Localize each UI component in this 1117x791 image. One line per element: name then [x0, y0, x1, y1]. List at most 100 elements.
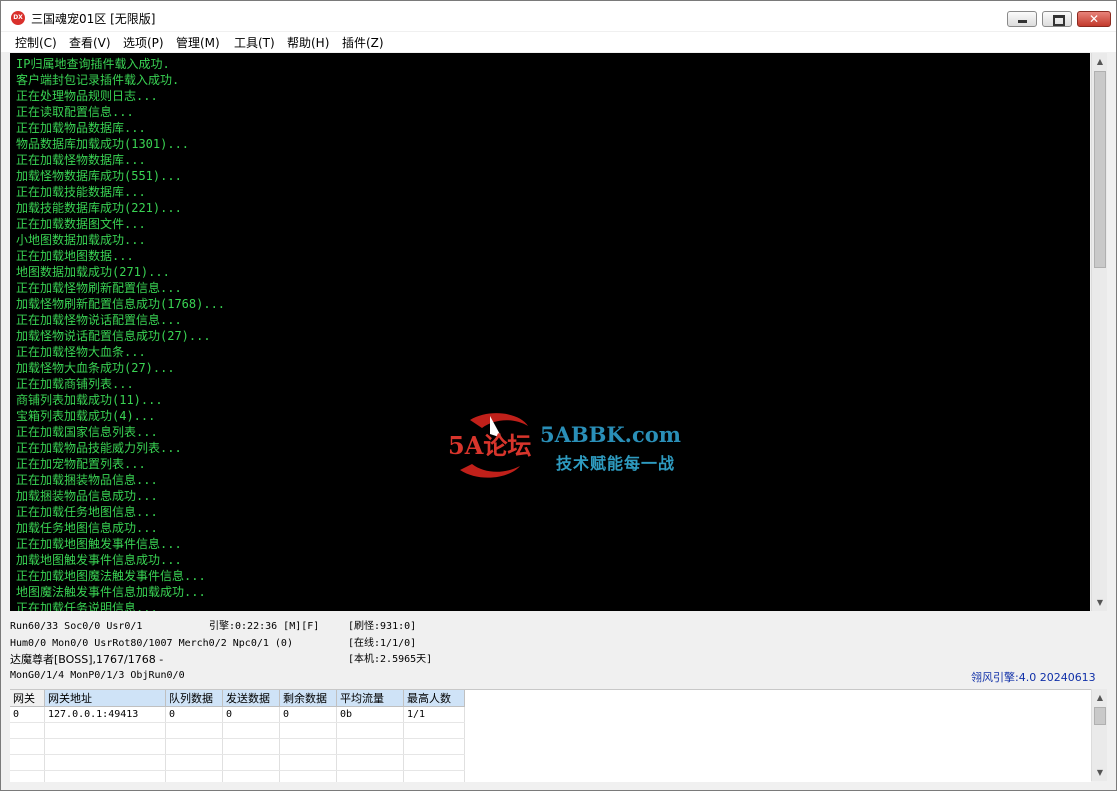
scroll-up-arrow-icon[interactable]: ▲ [1092, 53, 1108, 70]
col-remaining-data[interactable]: 剩余数据 [279, 690, 337, 707]
status-object-counts: Hum0/0 Mon0/0 UsrRot80/1007 Merch0/2 Npc… [10, 638, 293, 649]
gateway-grid[interactable]: 网关 网关地址 队列数据 发送数据 剩余数据 平均流量 最高人数 0 127.0… [10, 689, 1091, 782]
console-scroll-thumb[interactable] [1094, 71, 1106, 268]
log-line: 地图魔法触发事件信息加载成功... [16, 585, 206, 599]
log-lines: IP归属地查询插件载入成功. 客户端封包记录插件载入成功. 正在处理物品规则日志..… [16, 56, 225, 611]
col-max-players[interactable]: 最高人数 [403, 690, 465, 707]
log-line: 正在加载地图数据... [16, 249, 134, 263]
menu-view[interactable]: 查看(V) [69, 34, 111, 51]
watermark-site: 5ABBK.com [540, 422, 681, 447]
close-icon: ✕ [1088, 12, 1100, 26]
log-line: 加载任务地图信息成功... [16, 521, 158, 535]
log-line: 商铺列表加载成功(11)... [16, 393, 163, 407]
log-line: IP归属地查询插件载入成功. [16, 57, 170, 71]
log-line: 正在加载怪物说话配置信息... [16, 313, 182, 327]
minimize-button[interactable] [1007, 11, 1037, 27]
close-button[interactable]: ✕ [1077, 11, 1111, 27]
forum-logo-text: 5A论坛 [448, 431, 531, 460]
menu-options[interactable]: 选项(P) [123, 34, 164, 51]
menu-help[interactable]: 帮助(H) [287, 34, 329, 51]
cell-max-players: 1/1 [403, 706, 465, 723]
log-line: 地图数据加载成功(271)... [16, 265, 170, 279]
log-line: 正在加载国家信息列表... [16, 425, 158, 439]
log-line: 正在处理物品规则日志... [16, 89, 158, 103]
grid-scroll-up-arrow-icon[interactable]: ▲ [1092, 689, 1108, 706]
col-send-data[interactable]: 发送数据 [222, 690, 280, 707]
status-local-uptime: [本机:2.5965天] [348, 654, 433, 665]
maximize-icon [1053, 15, 1065, 26]
log-line: 物品数据库加载成功(1301)... [16, 137, 190, 151]
cell-address: 127.0.0.1:49413 [44, 706, 166, 723]
cell-traffic: 0b [336, 706, 404, 723]
log-line: 加载技能数据库成功(221)... [16, 201, 182, 215]
menu-tools[interactable]: 工具(T) [234, 34, 275, 51]
grid-scrollbar[interactable]: ▲ ▼ [1091, 689, 1107, 781]
log-line: 正在加载数据图文件... [16, 217, 146, 231]
log-line: 小地图数据加载成功... [16, 233, 146, 247]
console-scrollbar[interactable]: ▲ ▼ [1091, 53, 1107, 611]
cell-queue: 0 [165, 706, 223, 723]
col-gateway[interactable]: 网关 [10, 690, 45, 707]
table-row[interactable] [10, 738, 465, 755]
log-line: 加载怪物数据库成功(551)... [16, 169, 182, 183]
grid-scroll-down-arrow-icon[interactable]: ▼ [1092, 764, 1108, 781]
app-icon: DX [11, 11, 25, 25]
grid-scroll-thumb[interactable] [1094, 707, 1106, 725]
col-avg-traffic[interactable]: 平均流量 [336, 690, 404, 707]
log-line: 正在加载物品技能威力列表... [16, 441, 182, 455]
log-line: 加载怪物说话配置信息成功(27)... [16, 329, 211, 343]
log-line: 正在加载地图魔法触发事件信息... [16, 569, 206, 583]
maximize-button[interactable] [1042, 11, 1072, 27]
log-line: 正在加载怪物大血条... [16, 345, 146, 359]
log-line: 正在加载任务说明信息... [16, 601, 158, 611]
table-row[interactable] [10, 722, 465, 739]
window-title: 三国魂宠01区 [无限版] [31, 12, 156, 26]
log-line: 加载捆装物品信息成功... [16, 489, 158, 503]
gateway-header-row: 网关 网关地址 队列数据 发送数据 剩余数据 平均流量 最高人数 [10, 690, 465, 707]
cell-remaining: 0 [279, 706, 337, 723]
status-monster-refresh: [刷怪:931:0] [348, 621, 417, 632]
status-monster-gen: MonG0/1/4 MonP0/1/3 ObjRun0/0 [10, 670, 185, 681]
log-line: 加载怪物刷新配置信息成功(1768)... [16, 297, 226, 311]
col-gateway-address[interactable]: 网关地址 [44, 690, 166, 707]
log-line: 加载怪物大血条成功(27)... [16, 361, 175, 375]
server-window: DX 三国魂宠01区 [无限版] ✕ 控制(C) 查看(V) 选项(P) 管理(… [0, 0, 1117, 791]
col-queue-data[interactable]: 队列数据 [165, 690, 223, 707]
watermark-slogan: 技术赋能每一战 [556, 454, 676, 473]
title-bar[interactable]: DX 三国魂宠01区 [无限版] ✕ [1, 1, 1116, 31]
log-line: 正在加载怪物刷新配置信息... [16, 281, 182, 295]
menu-bar: 控制(C) 查看(V) 选项(P) 管理(M) 工具(T) 帮助(H) 插件(Z… [1, 32, 1116, 52]
gateway-table: 网关 网关地址 队列数据 发送数据 剩余数据 平均流量 最高人数 0 127.0… [10, 690, 465, 782]
watermark: 5A论坛 5ABBK.com 技术赋能每一战 [440, 408, 700, 483]
status-boss-info: 达魔尊者[BOSS],1767/1768 - [10, 653, 164, 666]
log-line: 正在读取配置信息... [16, 105, 134, 119]
status-online: [在线:1/1/0] [348, 638, 417, 649]
status-panel: Run60/33 Soc0/0 Usr0/1 引擎:0:22:36 [M][F]… [10, 619, 1110, 685]
log-line: 正在加载怪物数据库... [16, 153, 146, 167]
menu-plugins[interactable]: 插件(Z) [342, 34, 384, 51]
cell-gateway: 0 [10, 706, 45, 723]
status-run-stats: Run60/33 Soc0/0 Usr0/1 [10, 621, 143, 632]
log-line: 正在加载地图触发事件信息... [16, 537, 182, 551]
table-row[interactable] [10, 770, 465, 782]
engine-version: 翎风引擎:4.0 20240613 [971, 671, 1096, 684]
log-line: 正在加宠物配置列表... [16, 457, 146, 471]
log-line: 正在加载任务地图信息... [16, 505, 158, 519]
minimize-icon [1018, 20, 1027, 23]
status-engine-uptime: 引擎:0:22:36 [M][F] [209, 621, 320, 632]
log-line: 客户端封包记录插件载入成功. [16, 73, 180, 87]
log-line: 正在加载技能数据库... [16, 185, 146, 199]
log-console[interactable]: IP归属地查询插件载入成功. 客户端封包记录插件载入成功. 正在处理物品规则日志..… [10, 53, 1090, 611]
log-line: 宝箱列表加载成功(4)... [16, 409, 156, 423]
table-row[interactable] [10, 754, 465, 771]
menu-control[interactable]: 控制(C) [15, 34, 57, 51]
log-line: 正在加载捆装物品信息... [16, 473, 158, 487]
cell-send: 0 [222, 706, 280, 723]
log-line: 正在加载物品数据库... [16, 121, 146, 135]
scroll-down-arrow-icon[interactable]: ▼ [1092, 594, 1108, 611]
table-row[interactable]: 0 127.0.0.1:49413 0 0 0 0b 1/1 [10, 706, 465, 723]
forum-logo-icon: 5A论坛 [448, 413, 531, 478]
log-line: 加载地图触发事件信息成功... [16, 553, 182, 567]
menu-manage[interactable]: 管理(M) [176, 34, 220, 51]
log-line: 正在加载商铺列表... [16, 377, 134, 391]
